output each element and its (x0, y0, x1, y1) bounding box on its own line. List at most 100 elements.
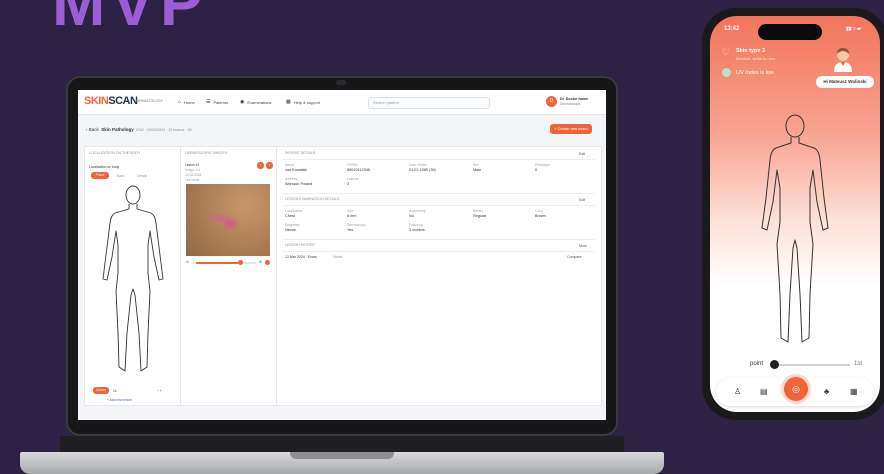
phone-slider[interactable] (772, 364, 850, 366)
slider-end-label: 1st (854, 361, 863, 367)
lesion-field-value: Nevus (285, 228, 296, 232)
patient-field-label: PESEL (347, 163, 358, 167)
zoom-stepper[interactable]: − + (157, 389, 162, 393)
patient-field-label: Address (285, 177, 298, 181)
heart-icon[interactable]: ♡ (722, 47, 730, 58)
laptop-camera (336, 80, 346, 85)
patient-field-value: Jan Kowalski (285, 168, 308, 172)
search-input[interactable]: Search patient (368, 97, 490, 109)
user-role: Dermatologist (560, 102, 581, 106)
lesion-field-value: Regular (473, 214, 487, 218)
phone-body-silhouette[interactable] (760, 112, 830, 350)
doctor-avatar[interactable] (832, 46, 854, 72)
scan-button-icon[interactable]: ◎ (784, 377, 808, 401)
app-logo[interactable]: SKINSCAN (84, 95, 138, 107)
history-row-label[interactable]: 12 Mar 2024 · Exam (285, 255, 317, 259)
nav-examinations[interactable]: ◉ Examinations (240, 99, 271, 105)
patient-edit-button[interactable]: Edit (579, 152, 585, 156)
lesion-field-label: Follow up (409, 223, 424, 227)
patient-field-value: 3 (347, 182, 350, 186)
tab-back[interactable]: Back (117, 174, 124, 178)
dermoscopy-image[interactable] (186, 184, 270, 256)
lesion-field-label: Size (347, 209, 354, 213)
patient-field-label: Lesions (347, 177, 359, 181)
image-meta-lesion: Lesion #1 (185, 163, 200, 167)
history-more-link[interactable]: More (579, 244, 587, 248)
lesion-edit-button[interactable]: Edit (579, 198, 585, 202)
patient-field-value: Male (473, 168, 482, 172)
home-icon: ⌂ (178, 99, 182, 105)
laptop: SKINSCAN DERMATOLOGY ⌂ Home ☰ Patients ◉ Ex… (66, 76, 618, 436)
breadcrumb: ‹ Back Skin Pathology ID#2 · 02/03/2024 … (86, 127, 192, 132)
patient-field-label: Phototype (535, 163, 550, 167)
laptop-screen: SKINSCAN DERMATOLOGY ⌂ Home ☰ Patients ◉ Ex… (78, 90, 606, 420)
body-map-subtitle: Localization on body (89, 165, 120, 169)
slider-label: point (750, 361, 764, 367)
tab-grid-icon[interactable]: ▦ (850, 387, 858, 396)
phone-status-icons: ▮▮ ≈ ▰ (846, 26, 861, 32)
image-zoom-knob[interactable] (238, 260, 243, 265)
patient-field-value: 01.01.1985 (39) (409, 168, 436, 172)
image-zoom-out-icon[interactable]: ⊖ (186, 260, 189, 264)
patient-field-label: Date of birth (409, 163, 427, 167)
lesion-field-label: Dermoscopy (347, 223, 366, 227)
uv-indicator-icon (722, 68, 731, 77)
body-map-panel: Localization on the body Localization on… (84, 146, 182, 406)
page-title: Skin Pathology (101, 127, 134, 132)
lesion-field-label: Asymmetry (409, 209, 426, 213)
lesion-field-label: Diagnosis (285, 223, 300, 227)
create-exam-button[interactable]: + Create new exam (550, 124, 592, 134)
nav-patients[interactable]: ☰ Patients (206, 99, 228, 105)
image-zoom-in-icon[interactable]: ⊕ (259, 260, 262, 264)
dermoscopy-title: Dermoscopic images (185, 151, 228, 155)
headline: MVP (52, 0, 209, 39)
image-meta-location: Left chest (185, 178, 200, 182)
help-icon: ▦ (286, 99, 291, 105)
history-status: Stable (333, 255, 343, 259)
tab-notifications-icon[interactable]: ♣ (824, 387, 829, 396)
lesion-field-value: No (409, 214, 414, 218)
history-compare-button[interactable]: Compare (567, 255, 581, 259)
avatar[interactable]: D (546, 96, 557, 107)
lesion-history-title: Lesion history (285, 243, 316, 247)
uv-index-label: UV Index is low (736, 70, 774, 76)
skin-type-label: Skin type 3 (736, 48, 766, 54)
examinations-icon: ◉ (240, 99, 245, 105)
tab-details[interactable]: Details (137, 174, 147, 178)
lesion-field-value: 3 months (409, 228, 425, 232)
laptop-notch (290, 452, 394, 459)
phone-slider-knob[interactable] (770, 360, 779, 369)
image-meta-index: Image 1/4 (185, 168, 200, 172)
nav-home[interactable]: ⌂ Home (178, 99, 195, 105)
lesion-field-value: Chest (285, 214, 295, 218)
body-silhouette-front[interactable] (99, 183, 167, 379)
lesion-field-label: Localization (285, 209, 303, 213)
patient-field-value: Warsaw, Poland (285, 182, 313, 186)
phone-time: 13:42 (724, 26, 740, 32)
phone-screen: 13:42 ▮▮ ≈ ▰ ♡ Skin type 3 Medium, white… (710, 16, 880, 412)
back-link[interactable]: ‹ Back (86, 127, 99, 132)
patient-details-title: Patient details (285, 151, 316, 155)
lesion-field-label: Color (535, 209, 543, 213)
image-meta-date: 12.03.2024 (185, 173, 202, 177)
patient-field-label: Sex (473, 163, 479, 167)
next-image-button[interactable]: › (266, 162, 273, 169)
app-topbar: SKINSCAN DERMATOLOGY ⌂ Home ☰ Patients ◉ Ex… (78, 90, 606, 115)
tab-front[interactable]: Front (91, 172, 109, 179)
zoom-value[interactable]: 1x (113, 389, 116, 393)
user-name: Dr. Doctor Name (560, 97, 589, 101)
patient-field-label: Name (285, 163, 294, 167)
patient-field-value: 85010112345 (347, 168, 370, 172)
nav-help[interactable]: ▦ Help & support (286, 99, 320, 105)
image-fullscreen-button[interactable] (265, 260, 270, 265)
add-lesion-link[interactable]: + Add new lesion (107, 398, 132, 402)
laptop-base (20, 452, 664, 474)
lesion-field-value: Yes (347, 228, 354, 232)
app-logo-subtitle: DERMATOLOGY (136, 99, 163, 103)
patients-icon: ☰ (206, 99, 211, 105)
tab-list-icon[interactable]: ▤ (760, 387, 768, 396)
tab-body-icon[interactable]: ♙ (734, 387, 741, 396)
prev-image-button[interactable]: ‹ (257, 162, 264, 169)
lesion-field-value: 6 mm (347, 214, 357, 218)
greeting-pill[interactable]: Hi Mateusz Wolinski (816, 76, 874, 88)
